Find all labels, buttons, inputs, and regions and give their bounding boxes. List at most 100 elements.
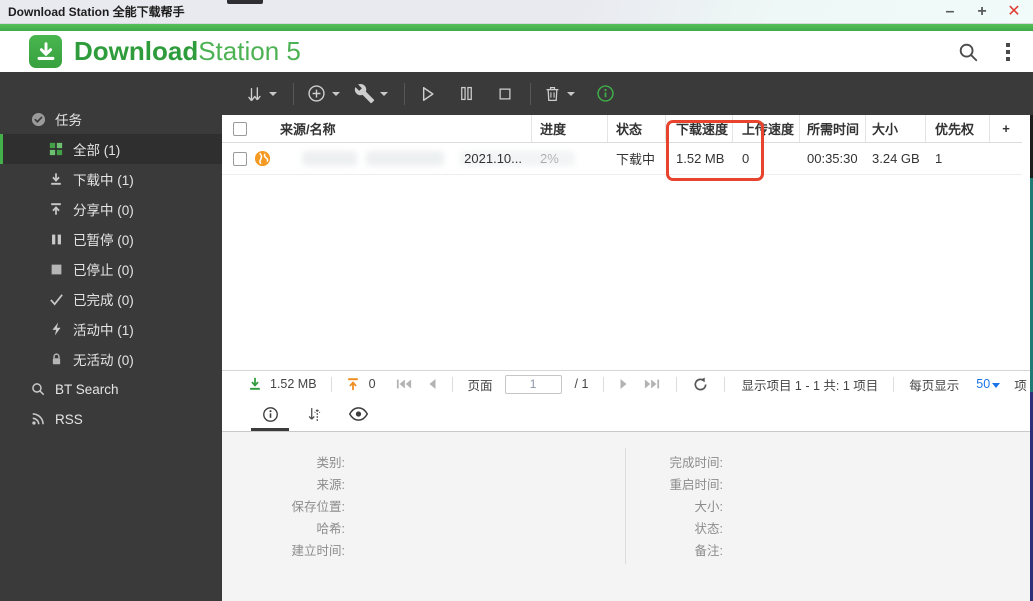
sidebar-item-stopped[interactable]: 已停止 (0) [0,254,222,284]
sidebar-item-paused[interactable]: 已暂停 (0) [0,224,222,254]
start-button[interactable] [417,84,437,104]
stop-button[interactable] [496,85,514,103]
wrench-icon [354,83,375,104]
column-priority[interactable]: 优先权 [926,115,990,142]
window-titlebar: Download Station 全能下载帮手 – + ✕ [0,0,1033,24]
screen-artifact [227,0,263,4]
sidebar-item-downloading[interactable]: 下载中 (1) [0,164,222,194]
column-download-speed[interactable]: 下载速度 [666,115,733,142]
upload-icon [48,201,64,217]
cell-download-speed: 1.52 MB [676,151,725,166]
sidebar-item-bt-search[interactable]: BT Search [0,374,222,404]
caret-down-icon [380,91,388,96]
redacted-name-blur [302,151,357,166]
pause-button[interactable] [457,84,476,103]
search-icon[interactable] [957,41,979,63]
sidebar-item-all[interactable]: 全部 (1) [0,134,222,164]
tab-preview[interactable] [336,397,380,431]
refresh-button[interactable] [693,376,708,392]
sidebar-item-completed[interactable]: 已完成 (0) [0,284,222,314]
detail-label: 大小: [694,499,723,514]
maximize-button[interactable]: + [973,3,991,21]
info-button[interactable] [595,83,616,104]
close-button[interactable]: ✕ [1005,3,1023,21]
select-all-cell [222,115,250,142]
per-page-suffix: 项 [1014,378,1027,393]
table-row[interactable]: 2021.10... 2% 下载中 1.52 MB 0 00:35:30 3.2… [222,143,1022,175]
caret-down-icon [269,91,277,96]
download-total: 1.52 MB [270,377,317,391]
column-time-needed[interactable]: 所需时间 [800,115,866,142]
pause-icon [48,231,64,247]
stop-toolbar-icon [499,87,511,100]
table-header: 来源/名称 进度 状态 下载速度 上传速度 所需时间 大小 优先权 + [222,115,1022,143]
caret-down-icon [332,91,340,96]
app-header: DownloadStation 5 [0,31,1033,72]
cell-size: 3.24 GB [872,151,920,166]
add-column-button[interactable]: + [990,115,1022,142]
stop-icon [48,261,64,277]
next-page-button[interactable] [619,378,628,390]
redacted-name-blur [366,151,444,166]
caret-down-icon [992,383,1001,388]
detail-left-column: 类别: 来源: 保存位置: 哈希: 建立时间: [222,450,345,560]
rss-icon [30,411,46,427]
add-task-button[interactable] [306,83,340,104]
toolbar [222,72,1033,115]
per-page-label: 每页显示 [909,378,960,393]
play-icon [422,86,434,101]
detail-label: 建立时间: [291,543,345,558]
detail-label: 类别: [316,455,345,470]
detail-label: 备注: [694,543,723,558]
upload-total: 0 [368,377,376,391]
cell-priority: 1 [935,151,943,166]
trash-icon [546,86,559,101]
check-icon [48,291,64,307]
items-info: 显示项目 1 - 1 共: 1 项目 [741,378,879,393]
eye-tab-icon [348,407,368,421]
detail-panel: 类别: 来源: 保存位置: 哈希: 建立时间: 完成时间: 重启时间: 大小: … [222,432,1030,601]
sort-icon [248,86,261,101]
column-upload-speed[interactable]: 上传速度 [733,115,800,142]
page-input[interactable] [504,374,562,394]
bolt-icon [48,321,64,337]
sidebar-item-inactive[interactable]: 无活动 (0) [0,344,222,374]
lock-icon [48,351,64,367]
sidebar: 任务 全部 (1) 下载中 (1) 分享中 (0) 已暂停 (0) 已停止 (0… [0,72,222,601]
pagination-bar: 1.52 MB 0 页面 / 1 [222,370,1030,397]
sidebar-group-tasks[interactable]: 任务 [0,104,222,134]
sidebar-item-active[interactable]: 活动中 (1) [0,314,222,344]
window-title: Download Station 全能下载帮手 [8,5,185,19]
last-page-button[interactable] [644,378,660,390]
row-checkbox[interactable] [233,151,247,166]
detail-label: 状态: [694,521,723,536]
sidebar-item-rss[interactable]: RSS [0,404,222,434]
detail-label: 完成时间: [669,455,723,470]
column-size[interactable]: 大小 [866,115,926,142]
select-all-checkbox[interactable] [233,121,247,136]
page-label: 页面 [467,378,493,393]
minimize-button[interactable]: – [941,3,959,21]
prev-page-button[interactable] [428,378,437,390]
delete-button[interactable] [543,84,575,104]
column-source-name[interactable]: 来源/名称 [250,115,532,142]
grid-icon [48,141,64,157]
sort-button[interactable] [244,84,277,104]
app-title: DownloadStation 5 [74,36,301,66]
tab-general-info[interactable] [248,397,292,431]
settings-button[interactable] [354,83,388,104]
tab-transfer[interactable] [292,397,336,431]
detail-tabbar [222,397,1030,432]
detail-label: 哈希: [316,521,345,536]
info-icon [597,85,614,102]
column-progress[interactable]: 进度 [532,115,608,142]
info-tab-icon [262,406,278,422]
per-page-select[interactable]: 50 [976,377,1001,391]
sidebar-item-sharing[interactable]: 分享中 (0) [0,194,222,224]
transfer-tab-icon [308,407,320,421]
cell-upload-speed: 0 [742,151,750,166]
column-status[interactable]: 状态 [608,115,666,142]
upload-total-icon [346,377,360,391]
first-page-button[interactable] [396,378,412,390]
kebab-menu-icon[interactable] [1005,41,1011,63]
